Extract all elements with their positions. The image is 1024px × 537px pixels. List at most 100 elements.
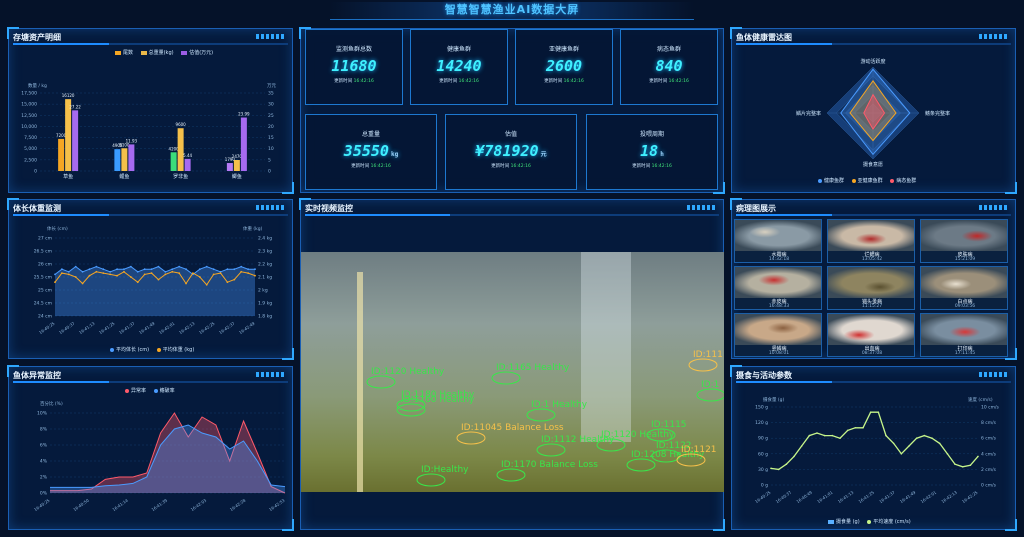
bubble-column bbox=[581, 252, 631, 442]
fish-outline bbox=[456, 431, 486, 445]
length-point bbox=[233, 268, 236, 271]
y-tick-label: 17,500 bbox=[21, 91, 37, 97]
y-axis-label: 速度 (cm/s) bbox=[968, 396, 993, 403]
kpi-value: 18 h bbox=[640, 142, 664, 160]
inventory-bar-chart: 数量 / kg 万元 17,500 35 15,000 30 12,500 25 10,000 2… bbox=[21, 82, 276, 180]
feeding-point bbox=[954, 463, 956, 465]
radar-indicator-label: 摄食意愿 bbox=[863, 161, 883, 168]
y-tick-label: 6 cm/s bbox=[981, 436, 997, 442]
bar bbox=[233, 159, 240, 171]
y-tick-label: 150 g bbox=[755, 405, 768, 411]
fish-image bbox=[921, 314, 1007, 345]
pathology-thumbnail[interactable]: 竖鳞病 10:08:01 bbox=[734, 313, 822, 357]
capture-time: 13:05:42 bbox=[861, 257, 883, 262]
y-tick-label: 90 g bbox=[758, 436, 768, 442]
y-tick-label: 30 g bbox=[758, 467, 768, 473]
pathology-thumbnail[interactable]: 锚头蚤病 11:15:27 bbox=[827, 266, 915, 310]
weight-point bbox=[109, 273, 112, 276]
data-label: 27.22 bbox=[69, 104, 81, 109]
pathology-thumbnail[interactable]: 水霉病 14:32:18 bbox=[734, 219, 822, 263]
y-tick-label: 0 bbox=[34, 169, 37, 175]
y-tick-label: 0 cm/s bbox=[981, 483, 997, 489]
capture-time: 10:08:01 bbox=[768, 351, 790, 356]
decor-dash bbox=[979, 372, 1009, 377]
y-tick-label: 0 g bbox=[761, 483, 768, 489]
feeding-point bbox=[846, 429, 849, 432]
pathology-thumbnail[interactable]: 打印病 17:11:45 bbox=[920, 313, 1008, 357]
fish-outline bbox=[688, 358, 718, 372]
data-label: 5.44 bbox=[183, 153, 192, 158]
weight-point bbox=[171, 270, 174, 273]
feeding-point bbox=[938, 442, 941, 445]
y-tick-label: 24.5 cm bbox=[34, 301, 52, 307]
x-tick-label: 16:40:37 bbox=[775, 489, 793, 504]
video-feed[interactable]: ID:1120 Healthy ID:1180 Healthy ID:1165 He… bbox=[301, 252, 724, 492]
x-tick-label: 16:41:49 bbox=[899, 489, 917, 504]
length-point bbox=[116, 268, 118, 271]
x-tick-label: 16:41:49 bbox=[138, 320, 156, 335]
weight-point bbox=[123, 270, 125, 273]
kpi-value: 35550 kg bbox=[343, 142, 399, 160]
y-tick-label: 1.9 kg bbox=[258, 301, 272, 307]
detection-label: ID:1170 Balance Loss bbox=[501, 460, 598, 470]
legend-dot bbox=[818, 178, 822, 183]
fish-outline bbox=[416, 473, 446, 487]
bar bbox=[128, 144, 135, 171]
feeding-point bbox=[969, 464, 972, 467]
weight-point bbox=[198, 276, 201, 278]
kpi-card: 总重量 35550 kg 更新时间 16:42:16 bbox=[305, 114, 437, 190]
fish-image bbox=[735, 220, 821, 251]
bar bbox=[226, 163, 233, 171]
feeding-point bbox=[877, 411, 880, 413]
data-label: 11.93 bbox=[126, 138, 138, 143]
panel-title: 鱼体健康雷达图 bbox=[736, 33, 792, 42]
legend-label: 平均体重 (kg) bbox=[162, 347, 195, 353]
x-tick-label: 罗非鱼 bbox=[173, 173, 188, 180]
feeding-point bbox=[777, 468, 780, 471]
y-tick-label: 10 cm/s bbox=[981, 405, 1000, 411]
feeding-point bbox=[800, 445, 803, 447]
feeding-line-chart: 摄食量 (g) 速度 (cm/s) 150 g 10 cm/s 120 g 8 cm/s 9… bbox=[754, 396, 1000, 504]
weight-point bbox=[143, 273, 146, 276]
legend-label: 亚健康鱼群 bbox=[857, 178, 883, 184]
feeding-point bbox=[923, 434, 926, 437]
panel-title: 存塘资产明细 bbox=[13, 33, 61, 42]
kpi-card: 投喂周期 18 h 更新时间 16:42:16 bbox=[586, 114, 718, 190]
y-tick-label: 2.4 kg bbox=[258, 236, 272, 242]
feeding-point bbox=[831, 434, 834, 437]
pathology-thumbnail[interactable]: 白点病 09:03:56 bbox=[920, 266, 1008, 310]
length-point bbox=[81, 270, 84, 273]
detection-label: ID:Healthy bbox=[421, 465, 469, 475]
pathology-thumbnail[interactable]: 赤皮病 16:48:33 bbox=[734, 266, 822, 310]
weight-point bbox=[254, 274, 256, 277]
fish-outline bbox=[526, 408, 556, 422]
y-tick-label: 24 cm bbox=[38, 314, 52, 320]
x-tick-label: 16:40:50 bbox=[72, 497, 90, 512]
length-point bbox=[205, 265, 208, 268]
x-tick-label: 16:41:25 bbox=[857, 489, 875, 504]
weight-point bbox=[60, 272, 63, 274]
y-axis-label: 摄食量 (g) bbox=[763, 396, 785, 403]
y-tick-label: 2 kg bbox=[258, 288, 268, 294]
detection-label: ID:1121 bbox=[681, 445, 717, 455]
length-point bbox=[240, 265, 243, 268]
capture-time: 16:48:33 bbox=[768, 304, 790, 309]
bar bbox=[72, 110, 79, 171]
panel-title: 实时视频监控 bbox=[305, 204, 353, 213]
y-tick-label: 1.8 kg bbox=[258, 314, 272, 320]
pathology-thumbnail[interactable]: 出血病 08:37:08 bbox=[827, 313, 915, 357]
decor-dash bbox=[687, 205, 717, 210]
fish-outline bbox=[626, 458, 656, 472]
kpi-card: 亚健康鱼群 2600 更新时间 16:42:16 bbox=[515, 29, 613, 105]
divider bbox=[13, 381, 288, 383]
weight-point bbox=[240, 270, 243, 273]
length-area bbox=[55, 266, 255, 316]
pathology-thumbnail[interactable]: 烂鳃病 13:05:42 bbox=[827, 219, 915, 263]
divider bbox=[13, 43, 288, 45]
radar-panel: 鱼体健康雷达图 游动活跃度 鳍条完整率 摄食意愿 鳞片完整率 健康鱼群 亚健康鱼群 病… bbox=[730, 27, 1017, 194]
pathology-thumbnail[interactable]: 皮肤病 15:21:09 bbox=[920, 219, 1008, 263]
y-tick-label: 60 g bbox=[758, 451, 768, 457]
kpi-value: 11680 bbox=[331, 57, 377, 75]
weight-point bbox=[95, 270, 98, 273]
y-axis-label: 万元 bbox=[267, 83, 276, 89]
